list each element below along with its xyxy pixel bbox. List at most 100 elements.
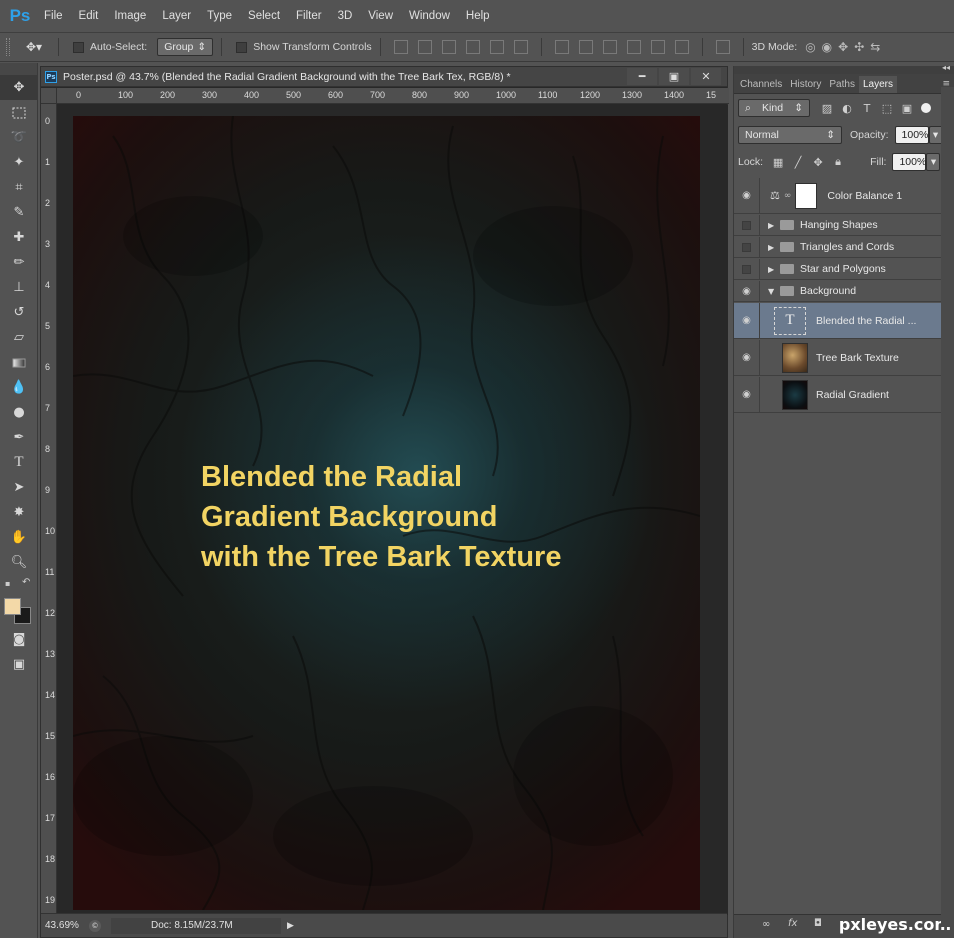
- expand-arrow-icon[interactable]: ▶: [768, 221, 778, 230]
- tab-channels[interactable]: Channels: [736, 76, 786, 93]
- align-right-icon[interactable]: [513, 40, 528, 54]
- distribute-left-icon[interactable]: [626, 40, 641, 54]
- visibility-eye-icon[interactable]: ◉: [734, 178, 760, 213]
- expand-arrow-icon[interactable]: ▶: [768, 243, 778, 252]
- auto-align-icon[interactable]: [715, 40, 730, 54]
- expand-arrow-icon[interactable]: ▶: [768, 265, 778, 274]
- layer-hanging-shapes[interactable]: ▶ Hanging Shapes: [734, 215, 941, 236]
- panel-scrollbar[interactable]: [941, 87, 954, 927]
- menu-edit[interactable]: Edit: [71, 10, 107, 22]
- maximize-button[interactable]: ▣: [659, 68, 689, 85]
- toolbox-header[interactable]: [0, 63, 37, 75]
- pen-tool-icon[interactable]: ✒: [0, 425, 38, 450]
- path-selection-tool-icon[interactable]: ➤: [0, 475, 38, 500]
- filter-smart-object-icon[interactable]: ▣: [900, 101, 914, 115]
- custom-shape-tool-icon[interactable]: ✸: [0, 500, 38, 525]
- align-hcenter-icon[interactable]: [489, 40, 504, 54]
- add-mask-icon[interactable]: ◘: [814, 918, 822, 929]
- history-brush-tool-icon[interactable]: ↺: [0, 300, 38, 325]
- hand-tool-icon[interactable]: ✋: [0, 525, 38, 550]
- 3d-mode-tools-icon[interactable]: ◎◉✥✣⇆: [805, 40, 886, 54]
- close-button[interactable]: ✕: [691, 68, 721, 85]
- auto-select-checkbox[interactable]: [73, 41, 84, 53]
- lock-transparent-icon[interactable]: ▦: [771, 155, 785, 169]
- filter-type-icon[interactable]: T: [860, 101, 874, 115]
- menu-select[interactable]: Select: [240, 10, 288, 22]
- layer-mask-thumbnail[interactable]: [795, 182, 818, 209]
- poster-artboard[interactable]: Blended the Radial Gradient Background w…: [73, 116, 700, 910]
- distribute-bottom-icon[interactable]: [602, 40, 617, 54]
- swap-colors-icon[interactable]: ↶: [22, 577, 30, 588]
- fill-input[interactable]: 100%: [892, 153, 927, 171]
- blend-mode-dropdown[interactable]: Normal ⇕: [738, 126, 842, 144]
- layer-thumbnail[interactable]: [782, 342, 808, 373]
- dodge-tool-icon[interactable]: ●: [0, 400, 38, 425]
- move-tool-icon[interactable]: ✥: [0, 75, 38, 100]
- zoom-tool-icon[interactable]: 🔍︎: [0, 550, 38, 575]
- magic-wand-tool-icon[interactable]: ✦: [0, 150, 38, 175]
- text-layer-thumbnail-icon[interactable]: T: [774, 306, 806, 335]
- link-layers-icon[interactable]: ∞: [762, 919, 770, 930]
- quick-mask-icon[interactable]: ◙: [0, 627, 38, 652]
- visibility-eye-icon[interactable]: ◉: [734, 281, 760, 301]
- eyedropper-tool-icon[interactable]: ✎: [0, 200, 38, 225]
- marquee-tool-icon[interactable]: [0, 100, 38, 125]
- default-colors-icon[interactable]: ▪: [5, 579, 10, 588]
- visibility-eye-icon[interactable]: ◉: [734, 340, 760, 375]
- layer-tree-bark-texture[interactable]: ◉ Tree Bark Texture: [734, 340, 941, 376]
- collapse-arrow-icon[interactable]: ▼: [768, 287, 778, 296]
- collapse-panel-icon[interactable]: ◂◂: [942, 63, 950, 72]
- lock-image-icon[interactable]: ╱: [791, 155, 805, 169]
- panel-dock-header[interactable]: ◂◂: [734, 63, 954, 74]
- status-menu-arrow-icon[interactable]: ▶: [287, 921, 294, 931]
- canvas-area[interactable]: Blended the Radial Gradient Background w…: [58, 105, 728, 915]
- menu-type[interactable]: Type: [199, 10, 240, 22]
- crop-tool-icon[interactable]: ⌗: [0, 175, 38, 200]
- status-info-icon[interactable]: ©: [89, 919, 101, 932]
- distribute-vcenter-icon[interactable]: [578, 40, 593, 54]
- tab-history[interactable]: History: [786, 76, 825, 93]
- menu-help[interactable]: Help: [458, 10, 498, 22]
- move-tool-preset-icon[interactable]: ✥▾: [18, 36, 50, 58]
- type-tool-icon[interactable]: T: [0, 450, 38, 475]
- minimize-button[interactable]: ━: [627, 68, 657, 85]
- layer-style-icon[interactable]: fx: [788, 918, 797, 929]
- color-reset-swap[interactable]: ▪ ↶: [0, 575, 37, 597]
- layer-blended-text[interactable]: ◉ T Blended the Radial ...: [734, 303, 941, 339]
- layer-radial-gradient[interactable]: ◉ Radial Gradient: [734, 377, 941, 413]
- lock-position-icon[interactable]: ✥: [811, 155, 825, 169]
- visibility-eye-icon[interactable]: ◉: [734, 303, 760, 338]
- layer-color-balance[interactable]: ◉ ⚖ ∞ Color Balance 1: [734, 178, 941, 214]
- foreground-color-swatch[interactable]: [4, 598, 21, 615]
- align-left-icon[interactable]: [465, 40, 480, 54]
- gradient-tool-icon[interactable]: [0, 350, 38, 375]
- clone-stamp-tool-icon[interactable]: ⊥: [0, 275, 38, 300]
- zoom-level[interactable]: 43.69%: [41, 920, 89, 931]
- menu-file[interactable]: File: [36, 10, 71, 22]
- tab-layers[interactable]: Layers: [858, 76, 897, 93]
- link-chain-icon[interactable]: ∞: [784, 191, 792, 201]
- menu-image[interactable]: Image: [106, 10, 154, 22]
- visibility-empty[interactable]: [734, 259, 760, 279]
- transform-controls-checkbox[interactable]: [236, 41, 248, 53]
- layer-thumbnail[interactable]: [782, 379, 808, 410]
- visibility-empty[interactable]: [734, 237, 760, 257]
- menu-view[interactable]: View: [360, 10, 401, 22]
- filter-adjustment-icon[interactable]: ◐: [840, 101, 854, 115]
- ruler-origin[interactable]: [41, 88, 57, 104]
- menu-window[interactable]: Window: [401, 10, 458, 22]
- visibility-empty[interactable]: [734, 215, 760, 235]
- filter-pixel-icon[interactable]: ▨: [820, 101, 834, 115]
- filter-kind-dropdown[interactable]: ⌕ Kind ⇕: [738, 99, 810, 117]
- menu-layer[interactable]: Layer: [154, 10, 199, 22]
- auto-select-dropdown[interactable]: Group ⇕: [157, 38, 214, 56]
- tab-paths[interactable]: Paths: [825, 76, 859, 93]
- ruler-vertical[interactable]: 0 1 2 3 4 5 6 7 8 9 10 11 12 13 14 15 16 17 18 19: [41, 104, 57, 914]
- distribute-right-icon[interactable]: [674, 40, 689, 54]
- menu-3d[interactable]: 3D: [330, 10, 361, 22]
- ruler-horizontal[interactable]: 0 100 200 300 400 500 600 700 800 900 1000 1100 1200…: [57, 88, 729, 104]
- blur-tool-icon[interactable]: 💧: [0, 375, 38, 400]
- visibility-eye-icon[interactable]: ◉: [734, 377, 760, 412]
- layer-star-and-polygons[interactable]: ▶ Star and Polygons: [734, 259, 941, 280]
- screen-mode-icon[interactable]: ▣: [0, 652, 38, 677]
